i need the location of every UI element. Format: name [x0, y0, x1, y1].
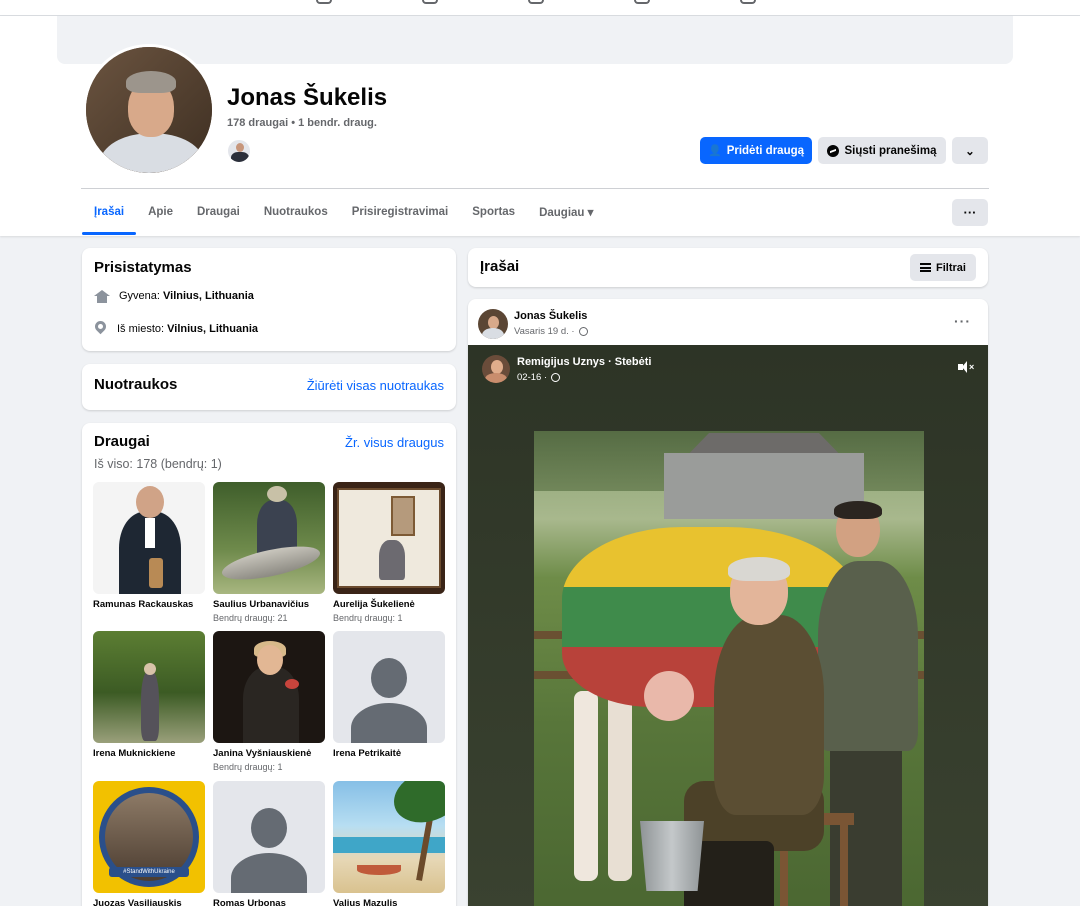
- friend-photo[interactable]: #StandWithUkraine: [93, 781, 205, 893]
- friend-name[interactable]: Aurelija Šukelienė: [333, 599, 445, 610]
- shared-date: 02-16 ·: [517, 372, 561, 383]
- home-icon: [94, 290, 110, 303]
- friend-name[interactable]: Saulius Urbanavičius: [213, 599, 325, 610]
- tab-friends[interactable]: Draugai: [185, 189, 252, 235]
- friend-card[interactable]: #StandWithUkraine Juozas Vasiliauskis: [93, 781, 205, 906]
- mute-icon[interactable]: ×: [958, 361, 974, 373]
- posts-header-card: Įrašai Filtrai: [468, 248, 988, 287]
- post-more-button[interactable]: ···: [954, 313, 971, 329]
- add-friend-button[interactable]: 👤 Pridėti draugą: [700, 137, 812, 164]
- friend-card[interactable]: Saulius Urbanavičius Bendrų draugų: 21: [213, 482, 325, 623]
- friend-card[interactable]: Irena Petrikaitė: [333, 631, 445, 762]
- friends-subtitle: Iš viso: 178 (bendrų: 1): [94, 457, 222, 471]
- friend-card[interactable]: Valius Mazulis: [333, 781, 445, 906]
- shared-date-text[interactable]: 02-16 ·: [517, 372, 547, 383]
- tab-more[interactable]: Daugiau ▾: [527, 189, 605, 235]
- intro-title: Prisistatymas: [94, 259, 192, 276]
- globe-icon: [551, 373, 561, 382]
- friend-mutual: Bendrų draugų: 1: [213, 762, 283, 772]
- marketplace-nav-icon[interactable]: [528, 0, 544, 4]
- more-icon: ···: [963, 205, 977, 220]
- friend-card[interactable]: Janina Vyšniauskienė Bendrų draugų: 1: [213, 631, 325, 772]
- tab-about[interactable]: Apie: [136, 189, 185, 235]
- post-author[interactable]: Jonas Šukelis: [514, 310, 587, 322]
- friend-photo[interactable]: [93, 631, 205, 743]
- friend-name[interactable]: Irena Muknickiene: [93, 748, 205, 759]
- top-navigation-bar: [0, 0, 1080, 16]
- tab-photos[interactable]: Nuotraukos: [252, 189, 340, 235]
- photos-title[interactable]: Nuotraukos: [94, 376, 177, 393]
- friend-photo[interactable]: [213, 631, 325, 743]
- default-avatar-icon[interactable]: [213, 781, 325, 893]
- friend-card[interactable]: Irena Muknickiene: [93, 631, 205, 762]
- intro-from-prefix: Iš miesto:: [117, 322, 165, 335]
- shared-author-avatar[interactable]: [482, 355, 510, 383]
- friend-name[interactable]: Janina Vyšniauskienė: [213, 748, 325, 759]
- friend-mutual: Bendrų draugų: 1: [333, 613, 403, 623]
- groups-nav-icon[interactable]: [634, 0, 650, 4]
- intro-card: Prisistatymas Gyvena: Vilnius, Lithuania…: [82, 248, 456, 351]
- home-nav-icon[interactable]: [316, 0, 332, 4]
- friend-photo[interactable]: [213, 482, 325, 594]
- friend-card[interactable]: Ramunas Rackauskas: [93, 482, 205, 613]
- see-all-photos-link[interactable]: Žiūrėti visas nuotraukas: [307, 378, 444, 393]
- messenger-icon: [827, 144, 840, 157]
- video-frame-image: [534, 431, 924, 906]
- send-message-label: Siųsti pranešimą: [844, 144, 937, 157]
- default-avatar-icon[interactable]: [333, 631, 445, 743]
- friend-photo[interactable]: [333, 781, 445, 893]
- post-date: Vasaris 19 d. ·: [514, 326, 588, 337]
- video-nav-icon[interactable]: [422, 0, 438, 4]
- profile-avatar[interactable]: [83, 44, 215, 176]
- friend-count[interactable]: 178 draugai • 1 bendr. draug.: [227, 117, 377, 129]
- stand-with-ukraine-badge: #StandWithUkraine: [109, 867, 189, 877]
- friend-photo[interactable]: [333, 482, 445, 594]
- send-message-button[interactable]: Siųsti pranešimą: [818, 137, 946, 164]
- intro-lives: Gyvena: Vilnius, Lithuania: [94, 290, 254, 303]
- post-date-text[interactable]: Vasaris 19 d. ·: [514, 326, 575, 337]
- friends-card: Draugai Žr. visus draugus Iš viso: 178 (…: [82, 423, 456, 906]
- profile-name: Jonas Šukelis: [227, 84, 388, 111]
- tab-posts[interactable]: Įrašai: [82, 189, 137, 235]
- intro-lives-value[interactable]: Vilnius, Lithuania: [163, 290, 254, 302]
- profile-tabs: Įrašai Apie Draugai Nuotraukos Prisiregi…: [82, 189, 605, 235]
- filter-button[interactable]: Filtrai: [910, 254, 976, 281]
- shared-video[interactable]: Remigijus Uznys · Stebėti 02-16 · ×: [468, 345, 988, 906]
- see-all-friends-link[interactable]: Žr. visus draugus: [345, 435, 444, 450]
- intro-lives-prefix: Gyvena:: [119, 290, 160, 302]
- globe-icon: [578, 327, 588, 336]
- gaming-nav-icon[interactable]: [740, 0, 756, 4]
- friend-mutual: Bendrų draugų: 21: [213, 613, 288, 623]
- friend-name[interactable]: Valius Mazulis: [333, 898, 445, 906]
- tabs-more-button[interactable]: ···: [952, 199, 988, 226]
- friend-name[interactable]: Romas Urbonas: [213, 898, 325, 906]
- shared-author[interactable]: Remigijus Uznys · Stebėti: [517, 356, 651, 368]
- friend-name[interactable]: Ramunas Rackauskas: [93, 599, 205, 610]
- filter-icon: [920, 263, 932, 272]
- friend-card[interactable]: Romas Urbonas: [213, 781, 325, 906]
- intro-from-value[interactable]: Vilnius, Lithuania: [167, 323, 258, 335]
- friend-photo[interactable]: [93, 482, 205, 594]
- tab-sports[interactable]: Sportas: [460, 189, 527, 235]
- post-card: Jonas Šukelis Vasaris 19 d. · ··· Remigi…: [468, 299, 988, 906]
- photos-card: Nuotraukos Žiūrėti visas nuotraukas: [82, 364, 456, 410]
- friend-name[interactable]: Juozas Vasiliauskis: [93, 898, 205, 906]
- intro-from: Iš miesto: Vilnius, Lithuania: [94, 321, 258, 336]
- friends-title[interactable]: Draugai: [94, 433, 150, 450]
- add-friend-icon: 👤: [707, 145, 722, 157]
- friend-card[interactable]: Aurelija Šukelienė Bendrų draugų: 1: [333, 482, 445, 623]
- friend-name[interactable]: Irena Petrikaitė: [333, 748, 445, 759]
- profile-options-button[interactable]: ⌄: [952, 137, 988, 164]
- tab-check-ins[interactable]: Prisiregistravimai: [340, 189, 461, 235]
- posts-title: Įrašai: [480, 258, 520, 275]
- add-friend-label: Pridėti draugą: [726, 144, 805, 157]
- filter-label: Filtrai: [936, 261, 966, 274]
- location-pin-icon: [94, 321, 107, 336]
- post-author-avatar[interactable]: [478, 309, 508, 339]
- chevron-down-icon: ⌄: [965, 145, 975, 158]
- mutual-friend-avatar[interactable]: [227, 139, 251, 163]
